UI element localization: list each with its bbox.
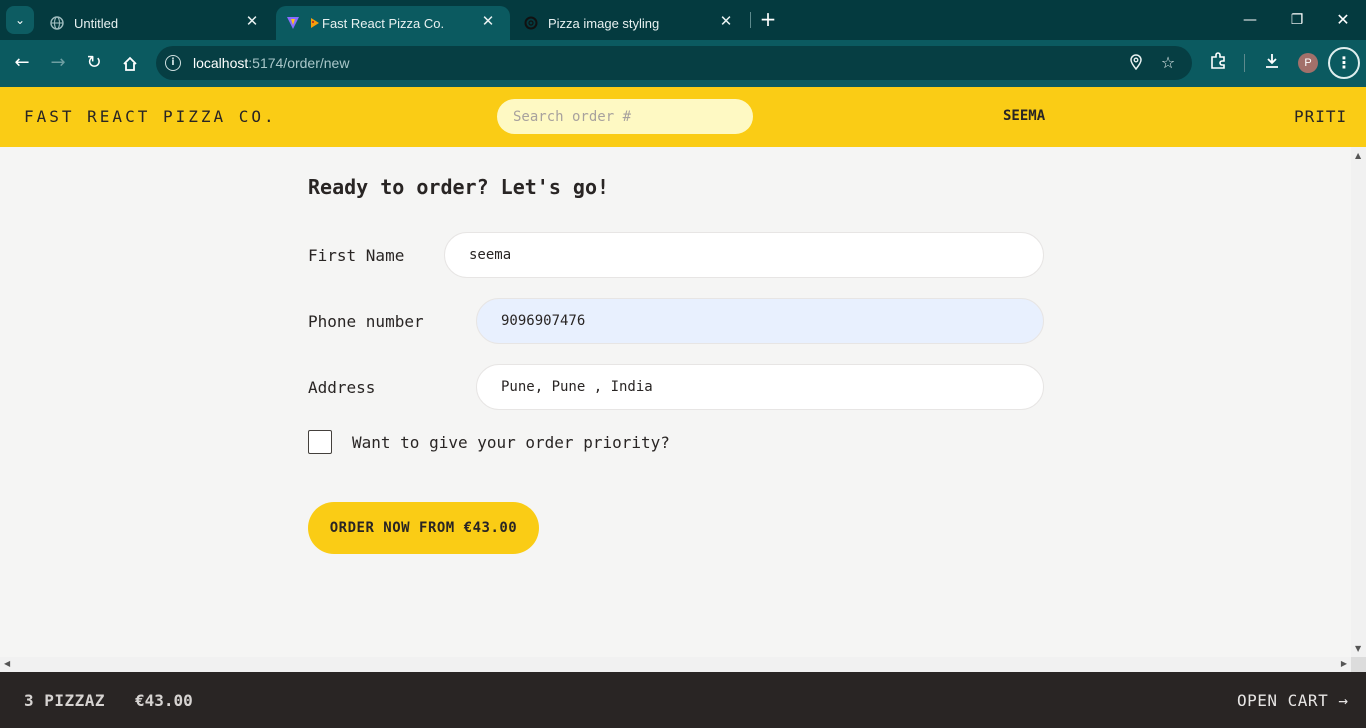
tab-untitled[interactable]: Untitled ✕ (40, 6, 274, 40)
browser-address-bar: ← → ↻ i localhost:5174/order/new ☆ P ⋮ (0, 40, 1366, 87)
cart-overview-bar: 3 PIZZAZ €43.00 OPEN CART → (0, 672, 1366, 728)
openai-icon (524, 16, 538, 30)
scroll-left-arrow-icon[interactable]: ◀ (4, 659, 10, 668)
restore-icon[interactable]: ❐ (1285, 8, 1309, 32)
address-label: Address (308, 378, 376, 397)
app-header: FAST REACT PIZZA CO. SEEMA PRITI (0, 87, 1366, 147)
tab-title: Pizza image styling (548, 15, 660, 31)
cart-total-price: €43.00 (135, 691, 193, 710)
open-cart-link[interactable]: OPEN CART → (1237, 691, 1348, 710)
url-omnibox[interactable]: i localhost:5174/order/new ☆ (156, 46, 1192, 80)
first-name-label: First Name (308, 246, 405, 265)
phone-field[interactable] (476, 298, 1044, 344)
priority-checkbox[interactable] (308, 430, 332, 454)
more-menu-icon[interactable]: ⋮ (1328, 47, 1360, 79)
vite-logo-icon (286, 16, 300, 30)
bookmark-star-icon[interactable]: ☆ (1159, 54, 1177, 72)
tab-fast-react-pizza[interactable]: Fast React Pizza Co. ✕ (276, 6, 510, 40)
first-name-field[interactable] (444, 232, 1044, 278)
search-order-input[interactable] (497, 99, 753, 134)
close-tab-icon[interactable]: ✕ (244, 14, 260, 30)
page-title: Ready to order? Let's go! (308, 175, 610, 199)
back-arrow-icon[interactable]: ← (10, 52, 34, 76)
minimize-icon[interactable]: — (1238, 8, 1262, 32)
url-text[interactable]: localhost:5174/order/new (193, 55, 349, 71)
scroll-right-arrow-icon[interactable]: ▶ (1341, 659, 1347, 668)
address-field[interactable] (476, 364, 1044, 410)
tab-pizza-image-styling[interactable]: Pizza image styling ✕ (514, 6, 748, 40)
browser-tab-bar: ⌄ Untitled ✕ Fast React Pizza Co. ✕ Pizz… (0, 0, 1366, 40)
vertical-scrollbar[interactable]: ▲ ▼ (1351, 147, 1366, 657)
forward-arrow-icon[interactable]: → (46, 52, 70, 76)
scroll-down-arrow-icon[interactable]: ▼ (1355, 644, 1361, 653)
username-secondary: PRITI (1294, 107, 1348, 126)
cart-pizza-count: 3 PIZZAZ (24, 691, 106, 710)
tab-divider (750, 12, 751, 28)
order-form-page: Ready to order? Let's go! First Name Pho… (0, 147, 1351, 657)
close-tab-icon[interactable]: ✕ (480, 14, 496, 30)
tab-search-button[interactable]: ⌄ (6, 6, 34, 34)
app-logo-link[interactable]: FAST REACT PIZZA CO. (24, 107, 277, 126)
close-tab-icon[interactable]: ✕ (718, 14, 734, 30)
phone-label: Phone number (308, 312, 424, 331)
toolbar-divider (1244, 54, 1245, 72)
chevron-down-icon: ⌄ (14, 13, 26, 27)
username: SEEMA (1003, 108, 1046, 124)
order-now-button[interactable]: ORDER NOW FROM €43.00 (308, 502, 539, 554)
pizza-favicon-icon (310, 16, 320, 30)
url-path: :5174/order/new (248, 55, 350, 71)
reload-icon[interactable]: ↻ (82, 52, 106, 76)
close-window-icon[interactable]: ✕ (1331, 8, 1355, 32)
profile-avatar[interactable]: P (1298, 53, 1318, 73)
url-host: localhost (193, 55, 249, 71)
tab-title: Fast React Pizza Co. (322, 15, 445, 31)
scrollbar-corner (1351, 657, 1366, 672)
home-icon[interactable] (118, 52, 142, 76)
tab-title: Untitled (74, 15, 119, 31)
priority-label[interactable]: Want to give your order priority? (352, 433, 670, 452)
globe-icon (50, 16, 64, 30)
site-info-icon[interactable]: i (165, 55, 181, 71)
download-icon[interactable] (1261, 52, 1283, 74)
horizontal-scrollbar[interactable]: ◀ ▶ (0, 657, 1351, 672)
extensions-puzzle-icon[interactable] (1207, 52, 1229, 74)
new-tab-plus-icon[interactable]: + (758, 9, 778, 30)
scroll-up-arrow-icon[interactable]: ▲ (1355, 151, 1361, 160)
location-pin-icon[interactable] (1127, 54, 1145, 72)
